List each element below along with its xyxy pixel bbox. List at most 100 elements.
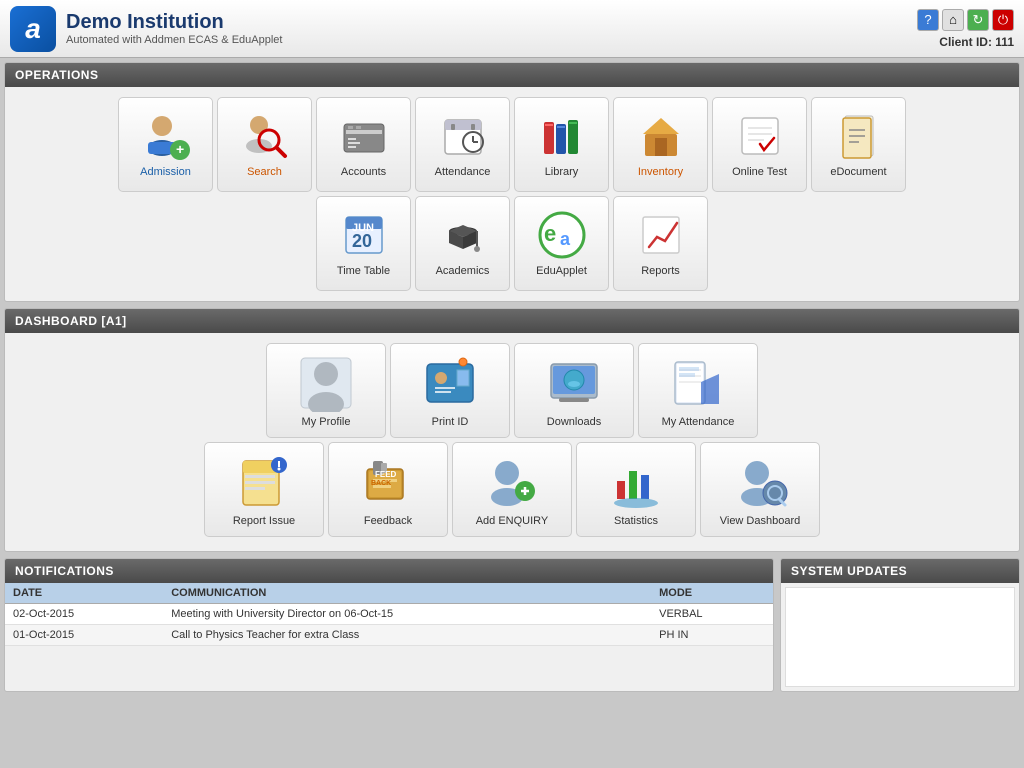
report-issue-label: Report Issue <box>233 515 295 527</box>
add-enquiry-button[interactable]: Add ENQUIRY <box>452 442 572 537</box>
inventory-label: Inventory <box>638 166 683 179</box>
svg-text:+: + <box>176 141 184 157</box>
header-left: a Demo Institution Automated with Addmen… <box>10 6 282 52</box>
my-profile-icon <box>297 354 355 412</box>
view-dashboard-label: View Dashboard <box>720 515 801 527</box>
app-title: Demo Institution <box>66 11 282 34</box>
system-updates-panel: SYSTEM UPDATES <box>780 558 1020 692</box>
notif-mode: PH IN <box>651 625 773 646</box>
reports-label: Reports <box>641 265 680 278</box>
notifications-header: NOTIFICATIONS <box>5 559 773 583</box>
operations-grid: + Admission Search <box>15 97 1009 192</box>
operations-section: OPERATIONS + Admission <box>4 62 1020 302</box>
accounts-label: Accounts <box>341 166 386 179</box>
edocument-button[interactable]: eDocument <box>811 97 906 192</box>
attendance-button[interactable]: Attendance <box>415 97 510 192</box>
notif-date: 01-Oct-2015 <box>5 625 163 646</box>
refresh-button[interactable]: ↻ <box>967 9 989 31</box>
my-attendance-icon <box>669 354 727 412</box>
view-dashboard-button[interactable]: View Dashboard <box>700 442 820 537</box>
app-subtitle: Automated with Addmen ECAS & EduApplet <box>66 34 282 46</box>
statistics-icon <box>607 453 665 511</box>
eduapplet-icon: e a <box>536 209 588 261</box>
system-updates-header: SYSTEM UPDATES <box>781 559 1019 583</box>
library-label: Library <box>545 166 579 179</box>
power-button[interactable]: ⏻ <box>992 9 1014 31</box>
client-id: Client ID: 111 <box>939 35 1014 49</box>
notifications-table: DATE COMMUNICATION MODE 02-Oct-2015 Meet… <box>5 583 773 646</box>
feedback-icon: FEED BACK <box>359 453 417 511</box>
col-date: DATE <box>5 583 163 604</box>
edocument-label: eDocument <box>830 166 886 179</box>
dashboard-section: DASHBOARD [A1] My Profile <box>4 308 1020 552</box>
notifications-panel: NOTIFICATIONS DATE COMMUNICATION MODE 02… <box>4 558 774 692</box>
my-attendance-button[interactable]: My Attendance <box>638 343 758 438</box>
feedback-label: Feedback <box>364 515 412 527</box>
system-updates-body <box>785 587 1015 687</box>
print-id-button[interactable]: Print ID <box>390 343 510 438</box>
reports-icon <box>635 209 687 261</box>
svg-text:FEED: FEED <box>375 470 397 479</box>
statistics-label: Statistics <box>614 515 658 527</box>
reports-button[interactable]: Reports <box>613 196 708 291</box>
dashboard-header: DASHBOARD [A1] <box>5 309 1019 333</box>
downloads-icon <box>545 354 603 412</box>
attendance-icon <box>437 110 489 162</box>
my-attendance-label: My Attendance <box>662 416 735 428</box>
statistics-button[interactable]: Statistics <box>576 442 696 537</box>
online-test-button[interactable]: Online Test <box>712 97 807 192</box>
app-logo: a <box>10 6 56 52</box>
online-test-icon <box>734 110 786 162</box>
library-button[interactable]: Library <box>514 97 609 192</box>
notification-row[interactable]: 02-Oct-2015 Meeting with University Dire… <box>5 604 773 625</box>
svg-text:BACK: BACK <box>371 480 391 487</box>
inventory-button[interactable]: Inventory <box>613 97 708 192</box>
search-button[interactable]: Search <box>217 97 312 192</box>
attendance-label: Attendance <box>435 166 491 179</box>
notif-mode: VERBAL <box>651 604 773 625</box>
academics-label: Academics <box>436 265 490 278</box>
help-button[interactable]: ? <box>917 9 939 31</box>
print-id-icon <box>421 354 479 412</box>
notif-date: 02-Oct-2015 <box>5 604 163 625</box>
online-test-label: Online Test <box>732 166 787 179</box>
operations-grid-row2: JUN 20 Time Table <box>15 196 1009 291</box>
col-mode: MODE <box>651 583 773 604</box>
notifications-table-body: 02-Oct-2015 Meeting with University Dire… <box>5 604 773 646</box>
library-icon <box>536 110 588 162</box>
dashboard-row1: My Profile Print ID <box>15 343 1009 438</box>
time-table-icon: JUN 20 <box>338 209 390 261</box>
home-button[interactable]: ⌂ <box>942 9 964 31</box>
downloads-button[interactable]: Downloads <box>514 343 634 438</box>
time-table-button[interactable]: JUN 20 Time Table <box>316 196 411 291</box>
eduapplet-button[interactable]: e a EduApplet <box>514 196 609 291</box>
add-enquiry-label: Add ENQUIRY <box>476 515 549 527</box>
notifications-table-header-row: DATE COMMUNICATION MODE <box>5 583 773 604</box>
view-dashboard-icon <box>731 453 789 511</box>
header-right: ? ⌂ ↻ ⏻ Client ID: 111 <box>917 9 1014 49</box>
notif-communication: Call to Physics Teacher for extra Class <box>163 625 651 646</box>
eduapplet-label: EduApplet <box>536 265 587 278</box>
svg-text:20: 20 <box>352 231 372 251</box>
my-profile-label: My Profile <box>302 416 351 428</box>
add-enquiry-icon <box>483 453 541 511</box>
header-title-block: Demo Institution Automated with Addmen E… <box>66 11 282 46</box>
downloads-label: Downloads <box>547 416 601 428</box>
bottom-row: NOTIFICATIONS DATE COMMUNICATION MODE 02… <box>4 558 1020 692</box>
notification-row[interactable]: 01-Oct-2015 Call to Physics Teacher for … <box>5 625 773 646</box>
svg-text:a: a <box>560 229 571 249</box>
app-header: a Demo Institution Automated with Addmen… <box>0 0 1024 58</box>
search-icon <box>239 110 291 162</box>
col-communication: COMMUNICATION <box>163 583 651 604</box>
dashboard-row2: Report Issue FEED BACK <box>15 442 1009 537</box>
feedback-button[interactable]: FEED BACK Feedback <box>328 442 448 537</box>
operations-header: OPERATIONS <box>5 63 1019 87</box>
admission-label: Admission <box>140 166 191 179</box>
academics-button[interactable]: Academics <box>415 196 510 291</box>
report-issue-button[interactable]: Report Issue <box>204 442 324 537</box>
my-profile-button[interactable]: My Profile <box>266 343 386 438</box>
admission-icon: + <box>140 110 192 162</box>
academics-icon <box>437 209 489 261</box>
admission-button[interactable]: + Admission <box>118 97 213 192</box>
accounts-button[interactable]: Accounts <box>316 97 411 192</box>
